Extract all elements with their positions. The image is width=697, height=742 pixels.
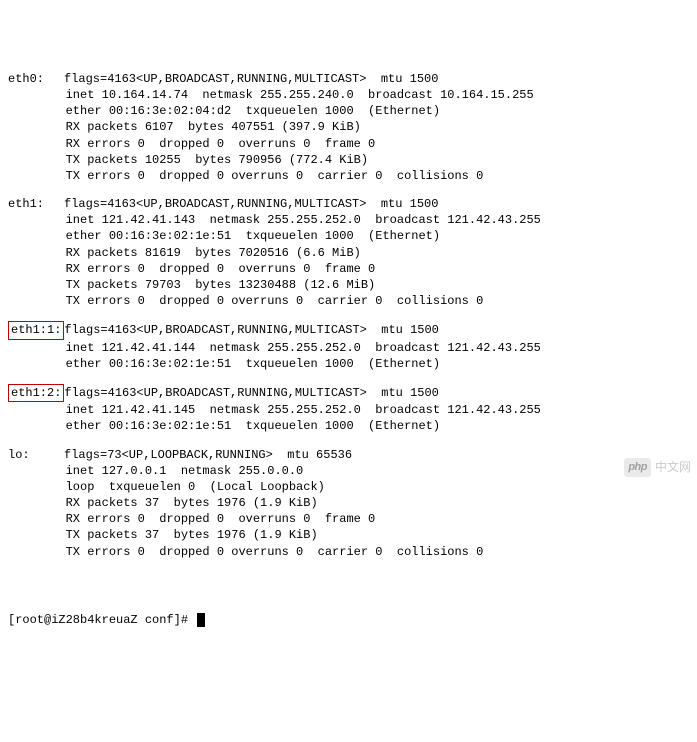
iface-line: RX errors 0 dropped 0 overruns 0 frame 0 <box>8 511 689 527</box>
iface-line: ether 00:16:3e:02:04:d2 txqueuelen 1000 … <box>8 103 689 119</box>
iface-line: TX packets 10255 bytes 790956 (772.4 KiB… <box>8 152 689 168</box>
iface-line: RX packets 81619 bytes 7020516 (6.6 MiB) <box>8 245 689 261</box>
ifconfig-output: eth0: flags=4163<UP,BROADCAST,RUNNING,MUL… <box>8 71 689 560</box>
iface-line: flags=4163<UP,BROADCAST,RUNNING,MULTICAS… <box>64 72 438 86</box>
iface-line: TX errors 0 dropped 0 overruns 0 carrier… <box>8 293 689 309</box>
iface-label: eth1:1: <box>8 321 64 339</box>
iface-line: TX errors 0 dropped 0 overruns 0 carrier… <box>8 168 689 184</box>
iface-line: inet 127.0.0.1 netmask 255.0.0.0 <box>8 463 689 479</box>
iface-line: ether 00:16:3e:02:1e:51 txqueuelen 1000 … <box>8 356 689 372</box>
watermark-text: 中文网 <box>655 459 691 475</box>
iface-label: eth1: <box>8 197 44 211</box>
iface-line: inet 121.42.41.143 netmask 255.255.252.0… <box>8 212 689 228</box>
iface-header: eth1: flags=4163<UP,BROADCAST,RUNNING,MUL… <box>8 196 689 212</box>
iface-line: inet 121.42.41.145 netmask 255.255.252.0… <box>8 402 689 418</box>
iface-block-eth0: eth0: flags=4163<UP,BROADCAST,RUNNING,MUL… <box>8 71 689 184</box>
iface-line: flags=4163<UP,BROADCAST,RUNNING,MULTICAS… <box>64 386 438 400</box>
iface-header: eth0: flags=4163<UP,BROADCAST,RUNNING,MUL… <box>8 71 689 87</box>
php-badge: php <box>624 458 651 477</box>
iface-line: ether 00:16:3e:02:1e:51 txqueuelen 1000 … <box>8 228 689 244</box>
iface-line: TX packets 37 bytes 1976 (1.9 KiB) <box>8 527 689 543</box>
iface-label: eth0: <box>8 72 44 86</box>
iface-line: inet 10.164.14.74 netmask 255.255.240.0 … <box>8 87 689 103</box>
iface-block-lo: lo: flags=73<UP,LOOPBACK,RUNNING> mtu 655… <box>8 447 689 560</box>
iface-block-eth12: eth1:2:flags=4163<UP,BROADCAST,RUNNING,M… <box>8 384 689 435</box>
iface-line: inet 121.42.41.144 netmask 255.255.252.0… <box>8 340 689 356</box>
iface-line: flags=4163<UP,BROADCAST,RUNNING,MULTICAS… <box>64 197 438 211</box>
shell-prompt: [root@iZ28b4kreuaZ conf]# <box>8 612 195 628</box>
iface-block-eth1: eth1: flags=4163<UP,BROADCAST,RUNNING,MUL… <box>8 196 689 309</box>
iface-line: RX packets 37 bytes 1976 (1.9 KiB) <box>8 495 689 511</box>
iface-line: RX errors 0 dropped 0 overruns 0 frame 0 <box>8 261 689 277</box>
cursor-icon <box>197 613 205 627</box>
iface-label: eth1:2: <box>8 384 64 402</box>
watermark: php 中文网 <box>624 458 691 477</box>
shell-prompt-line[interactable]: [root@iZ28b4kreuaZ conf]# <box>8 612 689 628</box>
iface-line: TX packets 79703 bytes 13230488 (12.6 Mi… <box>8 277 689 293</box>
iface-line: loop txqueuelen 0 (Local Loopback) <box>8 479 689 495</box>
iface-line: TX errors 0 dropped 0 overruns 0 carrier… <box>8 544 689 560</box>
iface-line: RX errors 0 dropped 0 overruns 0 frame 0 <box>8 136 689 152</box>
iface-line: flags=4163<UP,BROADCAST,RUNNING,MULTICAS… <box>64 323 438 337</box>
iface-header: eth1:2:flags=4163<UP,BROADCAST,RUNNING,M… <box>8 384 689 402</box>
iface-label: lo: <box>8 448 30 462</box>
iface-header: lo: flags=73<UP,LOOPBACK,RUNNING> mtu 655… <box>8 447 689 463</box>
iface-header: eth1:1:flags=4163<UP,BROADCAST,RUNNING,M… <box>8 321 689 339</box>
iface-block-eth11: eth1:1:flags=4163<UP,BROADCAST,RUNNING,M… <box>8 321 689 372</box>
iface-line: ether 00:16:3e:02:1e:51 txqueuelen 1000 … <box>8 418 689 434</box>
iface-line: RX packets 6107 bytes 407551 (397.9 KiB) <box>8 119 689 135</box>
iface-line: flags=73<UP,LOOPBACK,RUNNING> mtu 65536 <box>64 448 352 462</box>
